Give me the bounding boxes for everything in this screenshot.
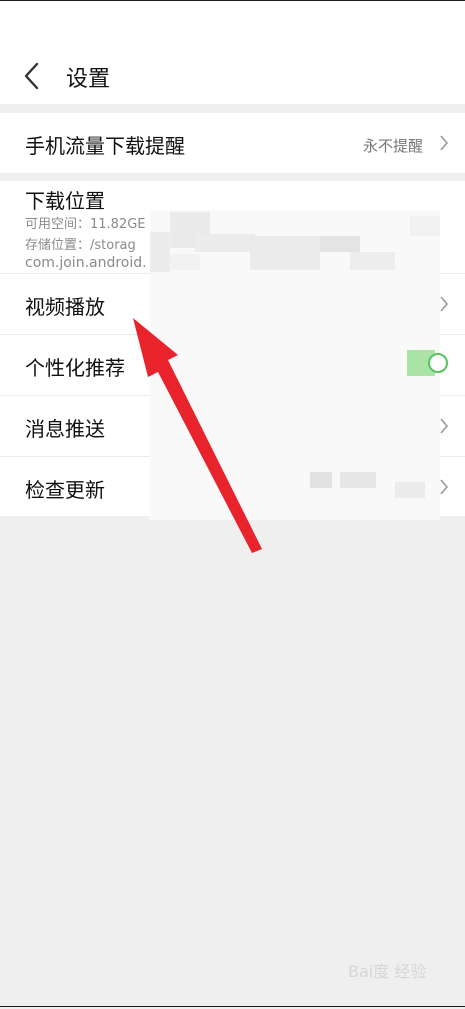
- chevron-right-icon: [440, 296, 449, 312]
- check-update-label: 检查更新: [25, 478, 105, 502]
- page-title: 设置: [66, 67, 111, 92]
- chevron-right-icon: [440, 479, 449, 495]
- chevron-right-icon: [440, 135, 449, 151]
- back-icon[interactable]: [20, 61, 44, 91]
- mobile-data-alert-label: 手机流量下载提醒: [25, 134, 185, 158]
- video-playback-label: 视频播放: [25, 295, 105, 319]
- toggle-knob[interactable]: [428, 353, 448, 373]
- app-header: 设置: [0, 1, 465, 104]
- mobile-data-alert-value: 永不提醒: [362, 137, 423, 155]
- download-location-label: 下载位置: [25, 189, 105, 213]
- chevron-right-icon: [440, 418, 449, 434]
- package-name-text: com.join.android.: [25, 255, 147, 271]
- push-label: 消息推送: [25, 417, 105, 441]
- storage-path-text: 存储位置：/storag: [25, 238, 136, 253]
- personalized-label: 个性化推荐: [25, 356, 125, 380]
- setting-mobile-data-alert[interactable]: 手机流量下载提醒 永不提醒: [0, 113, 465, 173]
- free-space-text: 可用空间：11.82GE: [25, 217, 146, 232]
- bottom-border: [0, 1006, 465, 1007]
- watermark: Bai度 经验: [348, 962, 427, 981]
